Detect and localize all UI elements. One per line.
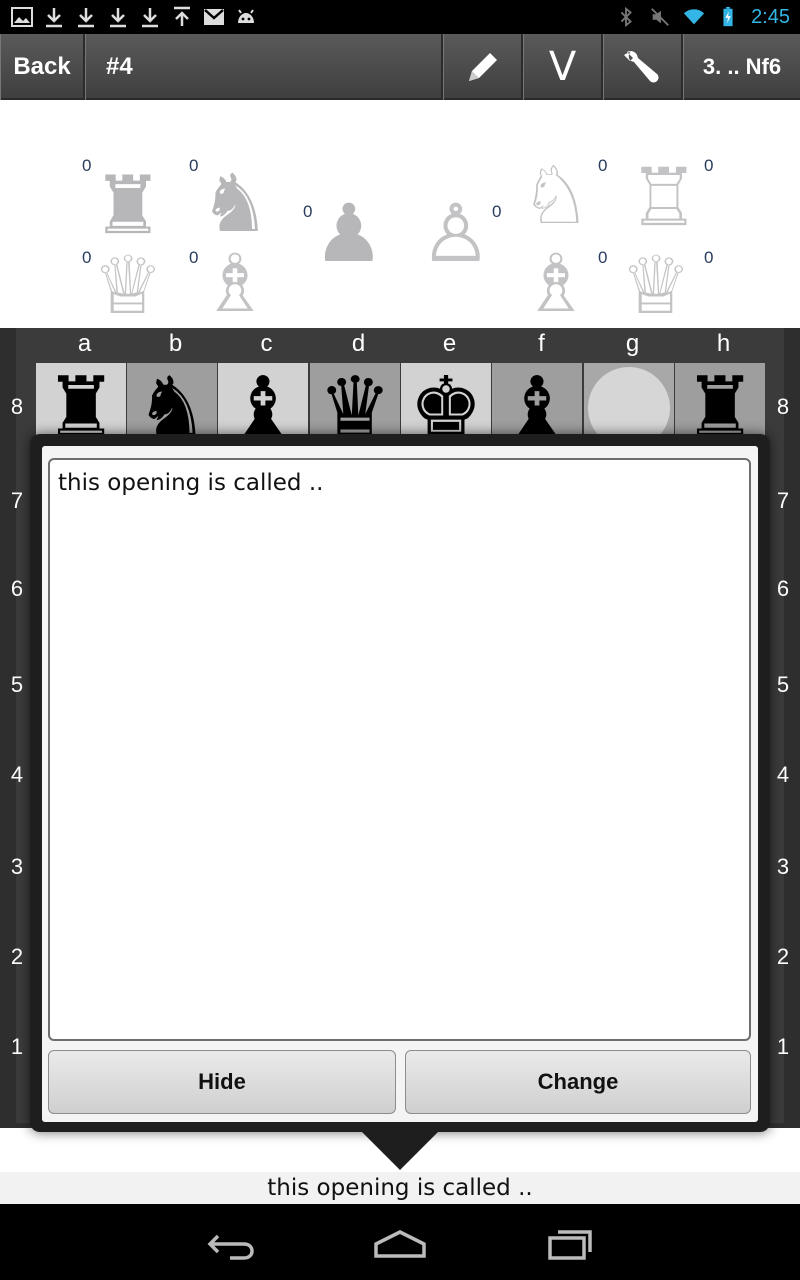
rook-icon: ♖ xyxy=(628,151,700,244)
captured-count: 0 xyxy=(598,156,608,175)
image-icon xyxy=(11,7,33,27)
gmail-icon xyxy=(204,9,224,25)
bluetooth-icon xyxy=(620,6,633,28)
captured-count: 0 xyxy=(82,156,92,175)
battery-icon xyxy=(723,6,733,27)
rank-label: 6 xyxy=(776,576,790,601)
rank-label: 5 xyxy=(10,672,24,697)
nav-home-button[interactable] xyxy=(370,1222,430,1266)
file-label: g xyxy=(625,330,640,357)
rook-icon: ♜ xyxy=(92,159,164,252)
wifi-icon xyxy=(683,9,705,25)
home-nav-icon xyxy=(374,1230,426,1258)
rank-label: 3 xyxy=(776,854,790,879)
notification-icons xyxy=(10,4,258,30)
download-icon xyxy=(78,8,94,28)
queen-icon: ♕ xyxy=(620,239,692,332)
captured-count: 0 xyxy=(598,248,608,267)
rank-label: 5 xyxy=(776,672,790,697)
file-label: a xyxy=(77,330,92,357)
rank-label: 8 xyxy=(776,394,790,419)
captured-count: 0 xyxy=(704,156,714,175)
mute-icon xyxy=(651,8,669,26)
pencil-icon xyxy=(468,53,497,81)
captured-count: 0 xyxy=(303,202,313,221)
bishop-icon: ♗ xyxy=(199,237,271,330)
edit-button[interactable] xyxy=(443,34,523,100)
file-label: f xyxy=(538,330,545,357)
rank-label: 7 xyxy=(10,488,24,513)
comment-dialog: this opening is called .. Hide Change xyxy=(30,434,770,1132)
rank-label: 2 xyxy=(776,944,790,969)
rank-label: 1 xyxy=(776,1034,790,1059)
dialog-pointer xyxy=(360,1130,440,1170)
back-nav-icon xyxy=(207,1234,254,1260)
download-icon xyxy=(110,8,126,28)
file-label: e xyxy=(442,330,457,357)
download-icon xyxy=(46,8,62,28)
file-label: b xyxy=(168,330,183,357)
move-comment-text[interactable]: this opening is called .. xyxy=(0,1172,800,1204)
dialog-body: this opening is called .. Hide Change xyxy=(42,446,758,1122)
file-label: d xyxy=(351,330,366,357)
system-icons: 2:45 xyxy=(615,0,790,34)
wrench-icon xyxy=(623,51,658,83)
bishop-icon: ♗ xyxy=(520,237,592,330)
captured-pieces-panel: 0 ♜ 0 ♞ 0 ♕ 0 ♗ 0 ♟ ♙ 0 ♘ 0 ♖ 0 ♗ 0 ♕ 0 xyxy=(0,100,800,328)
rank-label: 8 xyxy=(10,394,24,419)
captured-count: 0 xyxy=(189,248,199,267)
rank-label: 4 xyxy=(10,762,24,787)
file-label: c xyxy=(260,330,273,357)
rank-label: 4 xyxy=(776,762,790,787)
recents-nav-icon xyxy=(548,1230,592,1260)
captured-count: 0 xyxy=(492,202,502,221)
tools-button[interactable] xyxy=(603,34,683,100)
status-bar: 2:45 xyxy=(0,0,800,34)
game-title[interactable]: #4 xyxy=(85,34,443,100)
toolbar: Back #4 V 3. .. Nf6 xyxy=(0,34,800,100)
rank-label: 6 xyxy=(10,576,24,601)
queen-icon: ♕ xyxy=(92,239,164,332)
nav-back-button[interactable] xyxy=(200,1222,260,1266)
rank-label: 7 xyxy=(776,488,790,513)
navigation-bar xyxy=(0,1204,800,1280)
comment-textarea[interactable]: this opening is called .. xyxy=(48,458,751,1041)
captured-count: 0 xyxy=(189,156,199,175)
captured-count: 0 xyxy=(82,248,92,267)
rank-label: 1 xyxy=(10,1034,24,1059)
back-button[interactable]: Back xyxy=(0,34,85,100)
download-icon xyxy=(142,8,158,28)
knight-icon: ♞ xyxy=(199,157,271,250)
pawn-icon: ♙ xyxy=(420,187,492,280)
variation-button[interactable]: V xyxy=(523,34,603,100)
hide-button[interactable]: Hide xyxy=(48,1050,396,1114)
rank-label: 2 xyxy=(10,944,24,969)
nav-recents-button[interactable] xyxy=(540,1222,600,1266)
upload-icon xyxy=(174,6,190,26)
change-button[interactable]: Change xyxy=(405,1050,751,1114)
knight-icon: ♘ xyxy=(520,149,592,242)
captured-count: 0 xyxy=(704,248,714,267)
android-icon xyxy=(238,9,254,23)
pawn-icon: ♟ xyxy=(313,187,385,280)
clock: 2:45 xyxy=(751,5,790,28)
file-label: h xyxy=(716,330,731,357)
rank-label: 3 xyxy=(10,854,24,879)
move-indicator[interactable]: 3. .. Nf6 xyxy=(683,34,800,100)
